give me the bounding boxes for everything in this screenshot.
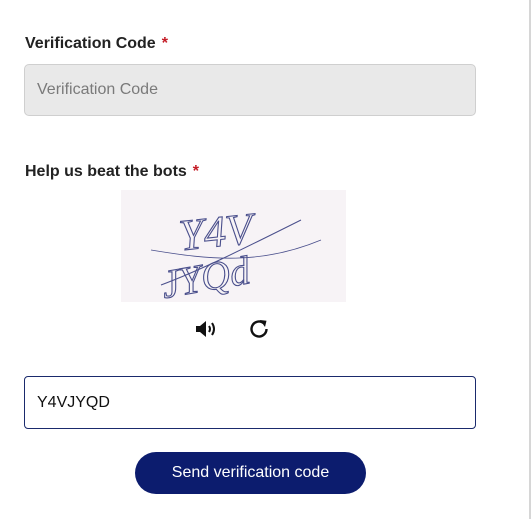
refresh-icon[interactable] bbox=[243, 313, 275, 345]
required-asterisk: * bbox=[161, 35, 168, 52]
captcha-distorted-text: Y4V JYQd bbox=[150, 203, 322, 302]
verification-page: Verification Code * Help us beat the bots… bbox=[0, 0, 531, 519]
captcha-label: Help us beat the bots * bbox=[25, 163, 199, 181]
captcha-answer-input[interactable] bbox=[24, 376, 476, 429]
required-asterisk: * bbox=[192, 163, 200, 180]
verification-code-input[interactable] bbox=[24, 64, 476, 116]
speaker-icon[interactable] bbox=[191, 313, 223, 345]
captcha-image: Y4V JYQd bbox=[121, 190, 346, 302]
captcha-controls bbox=[191, 313, 281, 345]
captcha-line2: JYQd bbox=[158, 247, 254, 302]
verification-code-label: Verification Code * bbox=[25, 35, 168, 53]
captcha-label-text: Help us beat the bots bbox=[25, 163, 187, 180]
verification-code-label-text: Verification Code bbox=[25, 35, 156, 52]
send-verification-code-button[interactable]: Send verification code bbox=[135, 452, 366, 494]
